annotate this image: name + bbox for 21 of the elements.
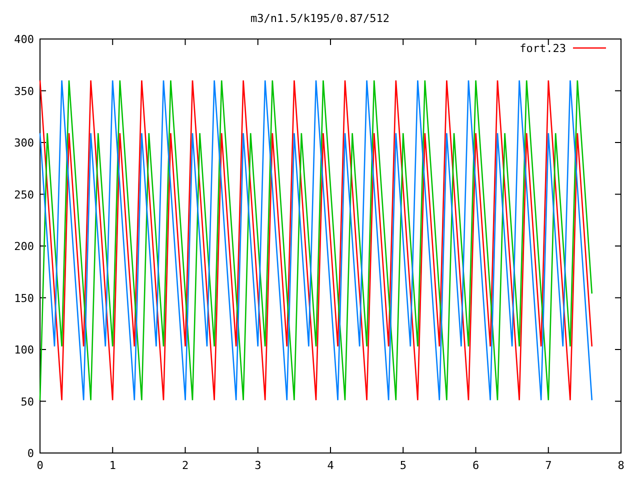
x-tick-label: 4 (327, 459, 334, 472)
y-tick-label: 100 (14, 344, 34, 356)
x-tick-label: 7 (545, 459, 552, 472)
x-tick-label: 3 (254, 459, 262, 472)
y-tick-label: 350 (14, 84, 34, 98)
y-tick-label: 0 (27, 447, 34, 460)
y-tick-label: 300 (14, 136, 34, 150)
x-tick-label: 5 (400, 459, 406, 472)
y-tick-label: 150 (14, 292, 34, 305)
y-tick-label: 50 (20, 395, 34, 408)
x-tick-label: 6 (472, 459, 480, 472)
chart-title: m3/n1.5/k195/0.87/512 (250, 12, 390, 25)
legend-line (573, 47, 606, 49)
x-tick-label: 1 (109, 459, 116, 472)
y-tick-label: 200 (14, 240, 34, 253)
x-tick-label: 2 (182, 459, 189, 472)
y-tick-label: 250 (14, 188, 34, 202)
y-tick-label: 400 (14, 33, 34, 46)
x-tick-label: 8 (618, 459, 624, 472)
x-tick-label: 0 (36, 459, 44, 472)
legend-label: fort.23 (520, 42, 566, 55)
